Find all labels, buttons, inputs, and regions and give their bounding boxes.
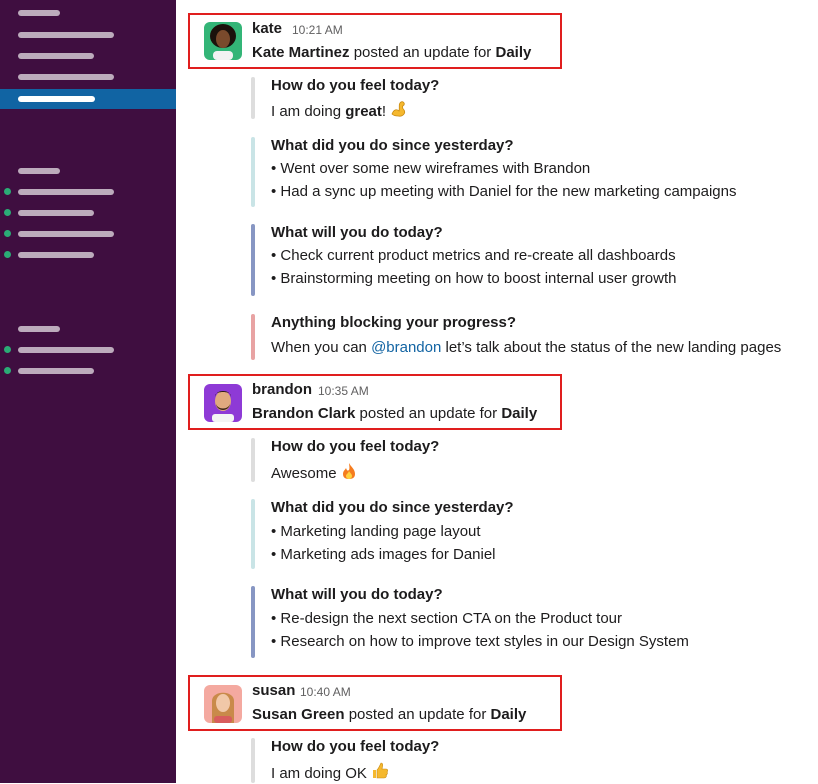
timestamp[interactable]: 10:21 AM <box>292 23 343 37</box>
block-accent-bar <box>251 224 255 296</box>
block-accent-bar <box>251 77 255 119</box>
answer: Awesome <box>271 462 357 484</box>
full-name[interactable]: Susan Green <box>252 706 345 723</box>
posted-text: posted an update for <box>344 706 491 723</box>
block-accent-bar <box>251 438 255 482</box>
block-accent-bar <box>251 499 255 569</box>
question: How do you feel today? <box>271 77 440 94</box>
answer-line: • Research on how to improve text styles… <box>271 633 689 650</box>
full-name[interactable]: Brandon Clark <box>252 405 355 422</box>
message-header: kate 10:21 AM Kate Martinez posted an up… <box>188 13 562 69</box>
sidebar-item-placeholder <box>18 96 95 102</box>
fire-icon <box>341 462 357 484</box>
timestamp[interactable]: 10:35 AM <box>318 384 369 398</box>
channel-name[interactable]: Daily <box>491 706 527 723</box>
presence-dot-icon <box>4 209 11 216</box>
message-feed: kate 10:21 AM Kate Martinez posted an up… <box>176 0 818 783</box>
answer-line: • Had a sync up meeting with Daniel for … <box>271 183 737 200</box>
block-accent-bar <box>251 738 255 783</box>
thumbs-up-icon <box>371 762 389 784</box>
posted-text: posted an update for <box>349 44 496 61</box>
flexed-biceps-icon <box>390 100 408 122</box>
answer: I am doing OK <box>271 762 389 784</box>
presence-dot-icon <box>4 188 11 195</box>
presence-dot-icon <box>4 367 11 374</box>
block-accent-bar <box>251 314 255 360</box>
sidebar-dm-placeholder[interactable] <box>18 231 114 237</box>
sidebar-section-header-placeholder[interactable] <box>18 326 60 332</box>
answer-line: • Brainstorming meeting on how to boost … <box>271 270 677 287</box>
question: What did you do since yesterday? <box>271 499 514 516</box>
sidebar-item-placeholder[interactable] <box>18 53 94 59</box>
question: How do you feel today? <box>271 738 440 755</box>
block-accent-bar <box>251 137 255 207</box>
sidebar-dm-placeholder[interactable] <box>18 347 114 353</box>
answer-line: • Went over some new wireframes with Bra… <box>271 160 591 177</box>
post-summary: Brandon Clark posted an update for Daily <box>252 405 537 422</box>
answer-line: • Marketing landing page layout <box>271 523 481 540</box>
message-header: brandon 10:35 AM Brandon Clark posted an… <box>188 374 562 430</box>
message-header: susan 10:40 AM Susan Green posted an upd… <box>188 675 562 731</box>
answer-line: • Check current product metrics and re-c… <box>271 247 676 264</box>
username[interactable]: kate <box>252 20 282 37</box>
user-mention[interactable]: @brandon <box>371 339 441 356</box>
username[interactable]: brandon <box>252 381 312 398</box>
sidebar-dm-placeholder[interactable] <box>18 252 94 258</box>
question: What will you do today? <box>271 224 443 241</box>
presence-dot-icon <box>4 346 11 353</box>
channel-name[interactable]: Daily <box>501 405 537 422</box>
answer: I am doing great! <box>271 100 408 122</box>
answer: When you can @brandon let’s talk about t… <box>271 339 782 356</box>
sidebar-item-active[interactable] <box>0 89 176 109</box>
post-summary: Kate Martinez posted an update for Daily <box>252 44 531 61</box>
answer-line: • Marketing ads images for Daniel <box>271 546 496 563</box>
channel-name[interactable]: Daily <box>495 44 531 61</box>
block-accent-bar <box>251 586 255 658</box>
question: What did you do since yesterday? <box>271 137 514 154</box>
sidebar-section-header-placeholder[interactable] <box>18 168 60 174</box>
sidebar <box>0 0 176 783</box>
timestamp[interactable]: 10:40 AM <box>300 685 351 699</box>
sidebar-item-placeholder[interactable] <box>18 74 114 80</box>
presence-dot-icon <box>4 251 11 258</box>
question: Anything blocking your progress? <box>271 314 517 331</box>
question: How do you feel today? <box>271 438 440 455</box>
brandon-avatar-icon[interactable] <box>204 384 242 422</box>
sidebar-dm-placeholder[interactable] <box>18 210 94 216</box>
sidebar-item-placeholder[interactable] <box>18 32 114 38</box>
susan-avatar-icon[interactable] <box>204 685 242 723</box>
presence-dot-icon <box>4 230 11 237</box>
kate-avatar-icon[interactable] <box>204 22 242 60</box>
workspace-name-placeholder[interactable] <box>18 10 60 16</box>
sidebar-dm-placeholder[interactable] <box>18 189 114 195</box>
question: What will you do today? <box>271 586 443 603</box>
post-summary: Susan Green posted an update for Daily <box>252 706 526 723</box>
sidebar-dm-placeholder[interactable] <box>18 368 94 374</box>
posted-text: posted an update for <box>355 405 502 422</box>
answer-line: • Re-design the next section CTA on the … <box>271 610 622 627</box>
full-name[interactable]: Kate Martinez <box>252 44 350 61</box>
username[interactable]: susan <box>252 682 295 699</box>
